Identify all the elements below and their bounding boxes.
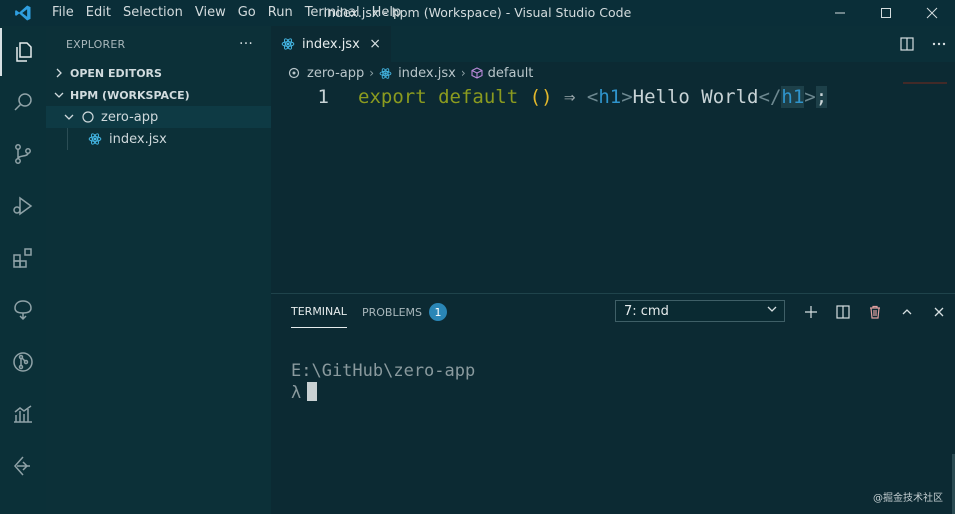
indent-guide (67, 128, 68, 150)
menu-bar: File Edit Selection View Go Run Terminal… (46, 0, 407, 26)
file-index-jsx[interactable]: index.jsx (46, 128, 271, 150)
folder-label: zero-app (101, 109, 159, 125)
breadcrumb-file[interactable]: index.jsx (398, 66, 456, 81)
editor-area: index.jsx × zero-app › index.jsx › defau… (271, 26, 955, 293)
run-debug-icon[interactable] (0, 182, 46, 230)
panel-header: TERMINAL PROBLEMS 1 7: cmd (271, 294, 955, 330)
maximize-button[interactable] (863, 0, 909, 26)
tab-index-jsx[interactable]: index.jsx × (271, 26, 391, 62)
split-editor-icon[interactable] (891, 26, 923, 62)
analytics-icon[interactable] (0, 390, 46, 438)
title-bar: File Edit Selection View Go Run Terminal… (0, 0, 955, 26)
edge-devtools-icon[interactable] (0, 442, 46, 490)
source-control-icon[interactable] (0, 130, 46, 178)
breadcrumb-chevron-icon: › (460, 66, 466, 80)
extensions-icon[interactable] (0, 234, 46, 282)
menu-help[interactable]: Help (366, 0, 408, 26)
closing-tag-name: h1 (781, 86, 805, 108)
editor-tab-bar: index.jsx × (271, 26, 955, 62)
maximize-panel-icon[interactable] (891, 294, 923, 330)
split-terminal-icon[interactable] (827, 294, 859, 330)
menu-terminal[interactable]: Terminal (299, 0, 366, 26)
terminal-cursor (307, 382, 318, 401)
new-terminal-icon[interactable] (795, 294, 827, 330)
react-icon (379, 67, 392, 80)
code-text[interactable]: export default () ⇒ <h1>Hello World</h1>… (358, 86, 828, 108)
terminal-select[interactable]: 7: cmd (615, 300, 785, 322)
line-number: 1 (317, 86, 329, 108)
chevron-right-icon (52, 68, 66, 78)
more-actions-icon[interactable]: ··· (239, 36, 253, 52)
tag-open-bracket: < (586, 86, 599, 108)
workspace-label: HPM (WORKSPACE) (70, 88, 190, 102)
breadcrumb-symbol[interactable]: default (488, 66, 534, 81)
semicolon: ; (815, 86, 828, 108)
problems-label: PROBLEMS (362, 305, 423, 319)
folder-zero-app[interactable]: zero-app (46, 106, 271, 128)
close-panel-icon[interactable] (923, 294, 955, 330)
menu-edit[interactable]: Edit (80, 0, 117, 26)
explorer-icon[interactable] (0, 28, 46, 76)
panel-actions (795, 294, 955, 330)
closing-tag-open: </ (758, 86, 782, 108)
problems-count-badge: 1 (429, 303, 448, 321)
terminal-line: E:\GitHub\zero-app (291, 361, 476, 381)
vscode-logo-icon (0, 0, 46, 26)
terminal-prompt: λ (291, 383, 302, 403)
menu-file[interactable]: File (46, 0, 80, 26)
trash-icon[interactable] (859, 294, 891, 330)
minimize-button[interactable] (817, 0, 863, 26)
jsx-text: Hello World (632, 86, 759, 108)
tab-label: index.jsx (302, 36, 360, 52)
window-controls (817, 0, 955, 26)
tag-name: h1 (598, 86, 622, 108)
closing-tag-close: > (804, 86, 816, 108)
terminal-prompt-line: λ (291, 382, 475, 404)
menu-selection[interactable]: Selection (117, 0, 189, 26)
git-graph-icon[interactable] (0, 338, 46, 386)
explorer-title: EXPLORER (66, 37, 126, 51)
remote-explorer-icon[interactable] (0, 286, 46, 334)
close-tab-icon[interactable]: × (369, 36, 381, 52)
folder-circle-icon (82, 111, 94, 123)
arrow-operator: ⇒ (563, 86, 576, 108)
tab-terminal[interactable]: TERMINAL (291, 296, 347, 328)
open-editors-label: OPEN EDITORS (70, 66, 162, 80)
open-editors-section[interactable]: OPEN EDITORS (46, 62, 271, 84)
close-window-button[interactable] (909, 0, 955, 26)
chevron-down-icon (766, 303, 778, 319)
breadcrumb-chevron-icon: › (369, 66, 375, 80)
search-icon[interactable] (0, 78, 46, 126)
breadcrumb-folder[interactable]: zero-app (307, 66, 364, 81)
chevron-down-icon (52, 90, 66, 100)
breadcrumb: zero-app › index.jsx › default (271, 62, 955, 84)
folder-circle-icon (288, 67, 300, 79)
file-label: index.jsx (109, 131, 167, 147)
workspace-section[interactable]: HPM (WORKSPACE) (46, 84, 271, 106)
tab-problems[interactable]: PROBLEMS 1 (362, 294, 448, 330)
activity-bar (0, 26, 46, 514)
more-actions-icon[interactable] (923, 26, 955, 62)
explorer-sidebar: EXPLORER ··· OPEN EDITORS HPM (WORKSPACE… (46, 26, 271, 514)
menu-run[interactable]: Run (262, 0, 299, 26)
menu-view[interactable]: View (189, 0, 232, 26)
terminal-select-value: 7: cmd (624, 303, 669, 319)
keyword-default: default (438, 86, 519, 108)
editor-actions (891, 26, 955, 62)
code-line[interactable]: 1 export default () ⇒ <h1>Hello World</h… (271, 84, 955, 110)
menu-go[interactable]: Go (232, 0, 262, 26)
watermark: @掘金技术社区 (873, 493, 943, 504)
chevron-down-icon (64, 112, 76, 122)
cube-icon (471, 67, 483, 79)
parens: () (529, 86, 553, 108)
react-icon (281, 37, 295, 51)
bottom-panel: TERMINAL PROBLEMS 1 7: cmd E:\GitHub\zer… (271, 293, 955, 514)
react-icon (88, 132, 102, 146)
minimap[interactable] (903, 82, 947, 84)
explorer-header: EXPLORER ··· (46, 26, 271, 62)
tag-close-bracket: > (621, 86, 633, 108)
keyword-export: export (358, 86, 427, 108)
terminal-output[interactable]: E:\GitHub\zero-app λ (291, 360, 475, 404)
